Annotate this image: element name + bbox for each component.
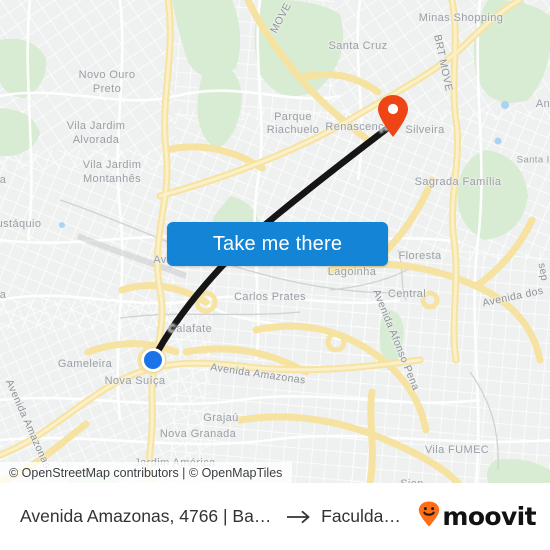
moovit-wordmark: moovit <box>442 502 536 531</box>
moovit-map-screen: Minas Shopping Santa Cruz Novo Ouro Preto Pa… <box>0 0 550 550</box>
destination-pin[interactable] <box>376 94 410 138</box>
trip-footer: Avenida Amazonas, 4766 | Banco Do… Facul… <box>0 483 550 550</box>
take-me-there-label: Take me there <box>212 232 343 255</box>
origin-dot[interactable] <box>141 348 165 372</box>
trip-origin-label: Avenida Amazonas, 4766 | Banco Do… <box>20 506 278 526</box>
attribution-text: © OpenStreetMap contributors | © OpenMap… <box>9 465 283 480</box>
take-me-there-button[interactable]: Take me there <box>167 222 388 266</box>
trip-destination-label: Faculdade … <box>321 506 408 526</box>
trip-summary: Avenida Amazonas, 4766 | Banco Do… Facul… <box>20 506 408 527</box>
moovit-pin-smile-icon <box>418 501 440 532</box>
arrow-right-icon <box>286 510 312 524</box>
moovit-logo[interactable]: moovit <box>418 501 537 532</box>
map-attribution: © OpenStreetMap contributors | © OpenMap… <box>0 462 293 483</box>
